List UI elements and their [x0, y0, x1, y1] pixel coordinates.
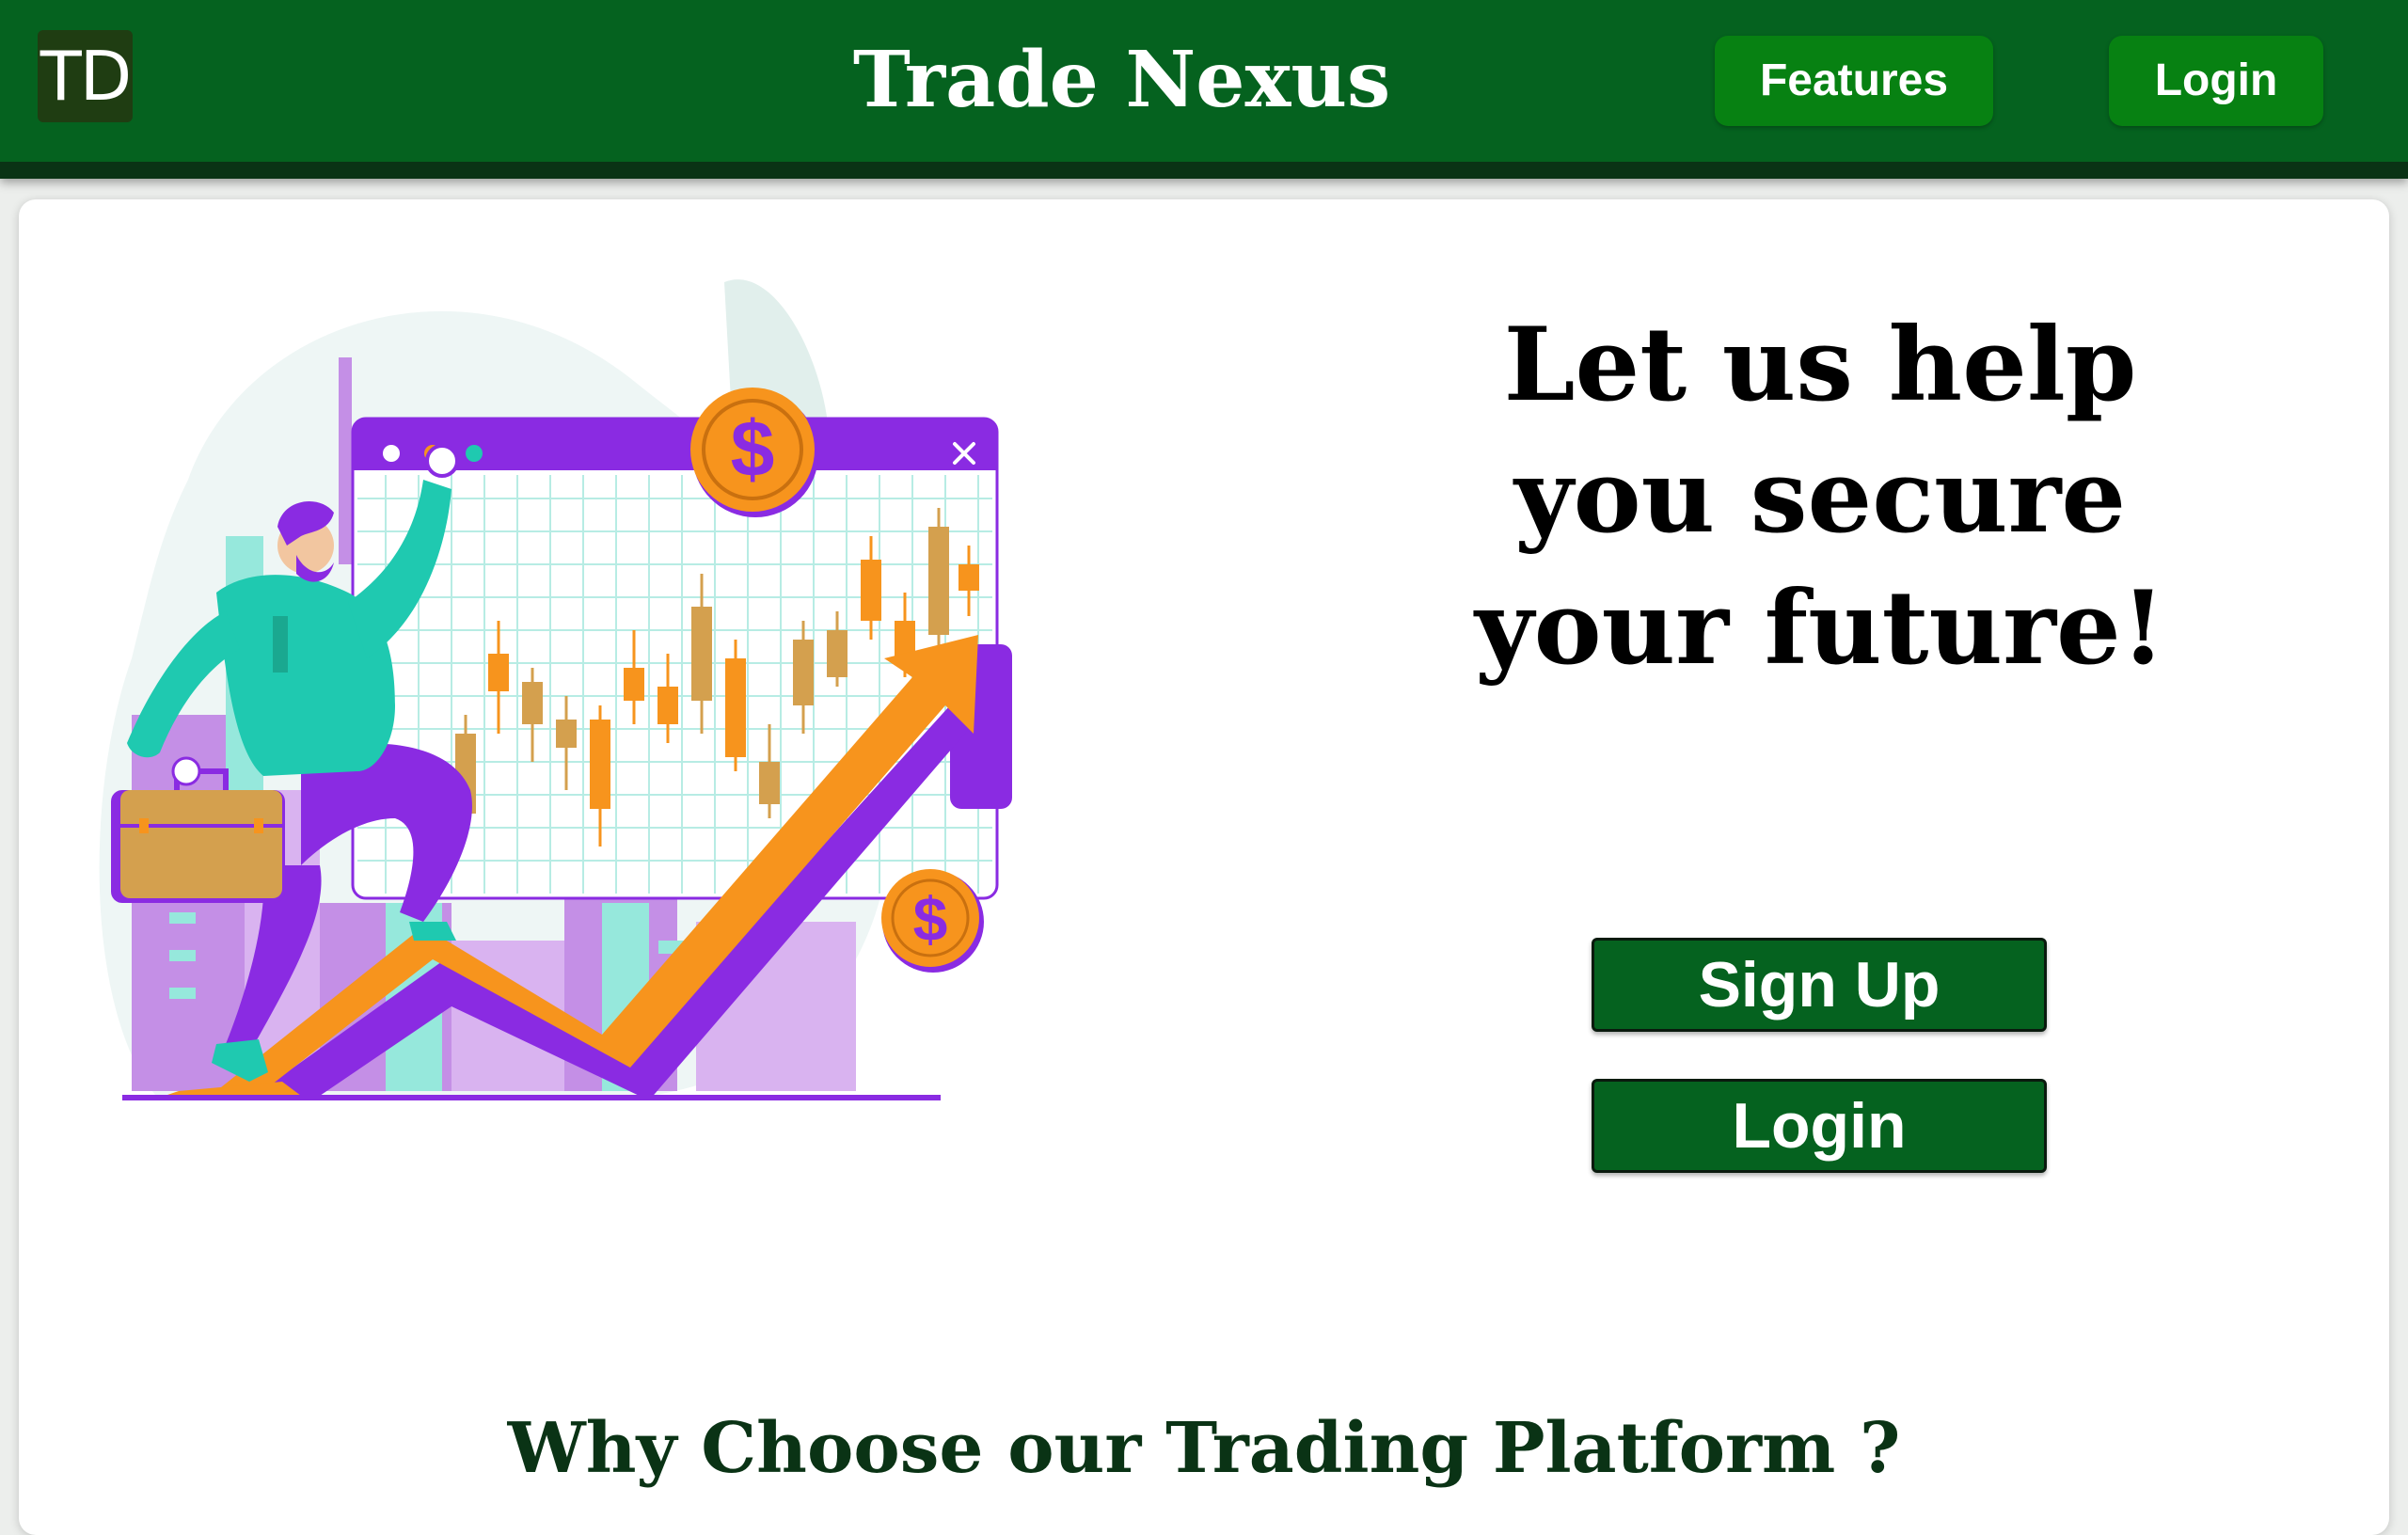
features-button[interactable]: Features	[1715, 36, 1993, 126]
svg-text:$: $	[731, 404, 775, 493]
svg-text:$: $	[913, 884, 948, 954]
navbar: TD Trade Nexus Features Login	[0, 0, 2408, 179]
signup-button[interactable]: Sign Up	[1592, 938, 2047, 1032]
section-heading: Why Choose our Trading Platform ?	[507, 1408, 1901, 1489]
login-button[interactable]: Login	[1592, 1079, 2047, 1173]
trading-growth-illustration: $ $	[99, 279, 1012, 1101]
nav-login-button[interactable]: Login	[2109, 36, 2323, 126]
site-title: Trade Nexus	[852, 35, 1391, 125]
hero-headline: Let us help you secure your future!	[1474, 306, 2166, 688]
logo[interactable]: TD	[38, 30, 133, 122]
